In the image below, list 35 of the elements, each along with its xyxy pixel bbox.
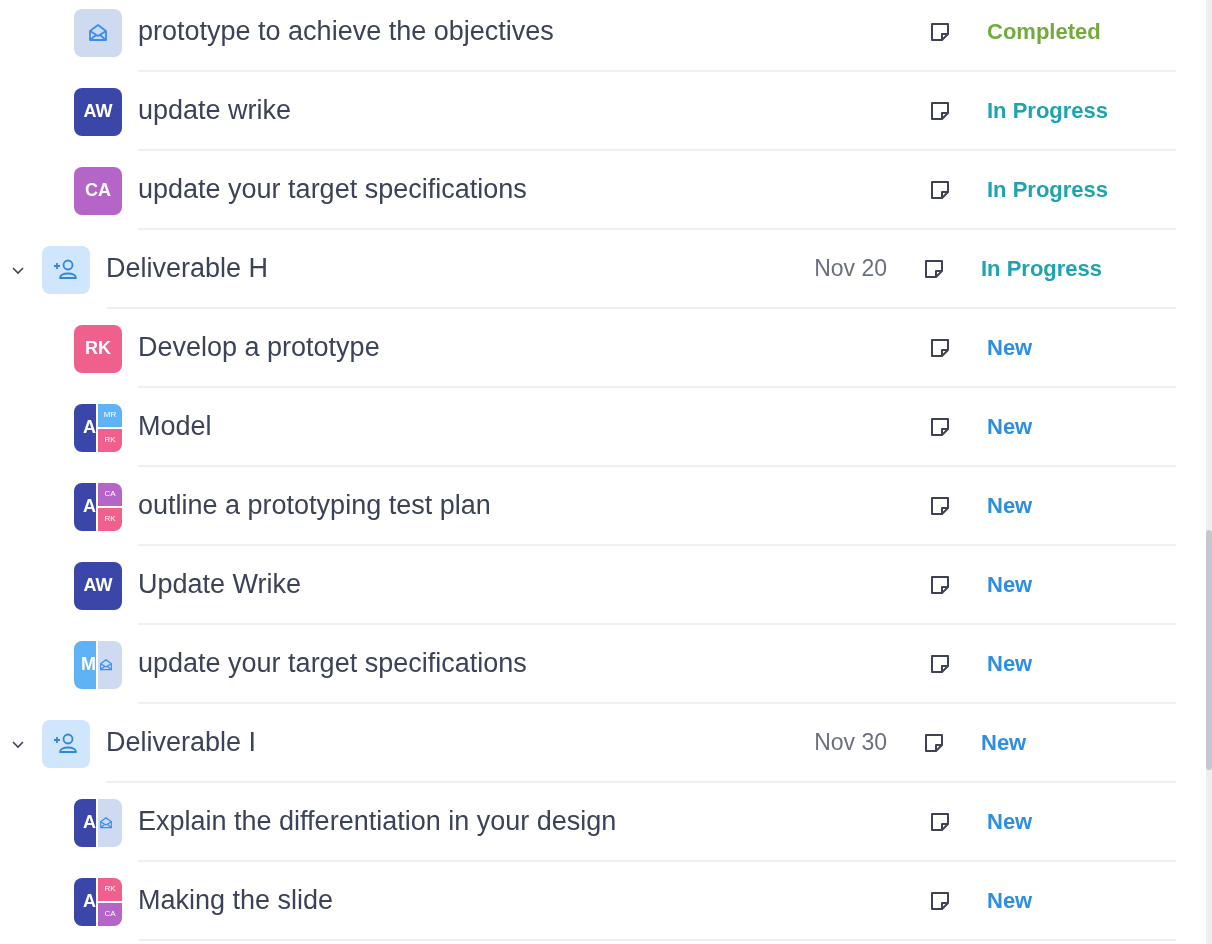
task-title[interactable]: Develop a prototype	[138, 327, 928, 368]
task-title[interactable]: update your target specifications	[138, 643, 928, 684]
add-person-button[interactable]	[42, 245, 90, 294]
task-title[interactable]: Model	[138, 406, 928, 447]
avatar: M	[74, 640, 96, 689]
avatar: MR	[98, 403, 122, 427]
task-title[interactable]: Explain the differentiation in your design	[138, 801, 928, 842]
avatar: RK	[98, 877, 122, 901]
group-title[interactable]: Deliverable H	[106, 248, 815, 289]
avatar: A	[74, 403, 96, 452]
avatar: RK	[98, 507, 122, 531]
task-title[interactable]: prototype to achieve the objectives	[138, 11, 928, 52]
due-date: Nov 30	[814, 728, 887, 758]
avatar: A	[74, 798, 96, 847]
avatar: CA	[98, 482, 122, 506]
group-title[interactable]: Deliverable I	[106, 722, 815, 763]
avatar: RK	[74, 324, 122, 373]
avatar: AW	[74, 87, 122, 136]
task-title[interactable]: Update Wrike	[138, 564, 928, 605]
avatar: CA	[74, 166, 122, 215]
task-title[interactable]: Making the slide	[138, 880, 928, 921]
task-title[interactable]: outline a prototyping test plan	[138, 485, 928, 526]
avatar: CA	[98, 902, 122, 926]
scrollbar-thumb[interactable]	[1206, 530, 1212, 770]
avatar: AW	[74, 561, 122, 610]
scrollbar[interactable]	[1206, 0, 1212, 944]
avatar: A	[74, 877, 96, 926]
due-date: Nov 20	[814, 254, 887, 284]
avatar: RK	[98, 428, 122, 452]
envelope-icon	[98, 656, 114, 673]
avatar: A	[74, 482, 96, 531]
add-person-button[interactable]	[42, 719, 90, 768]
envelope-icon	[98, 814, 114, 831]
task-title[interactable]: update your target specifications	[138, 169, 928, 210]
task-title[interactable]: update wrike	[138, 90, 928, 131]
